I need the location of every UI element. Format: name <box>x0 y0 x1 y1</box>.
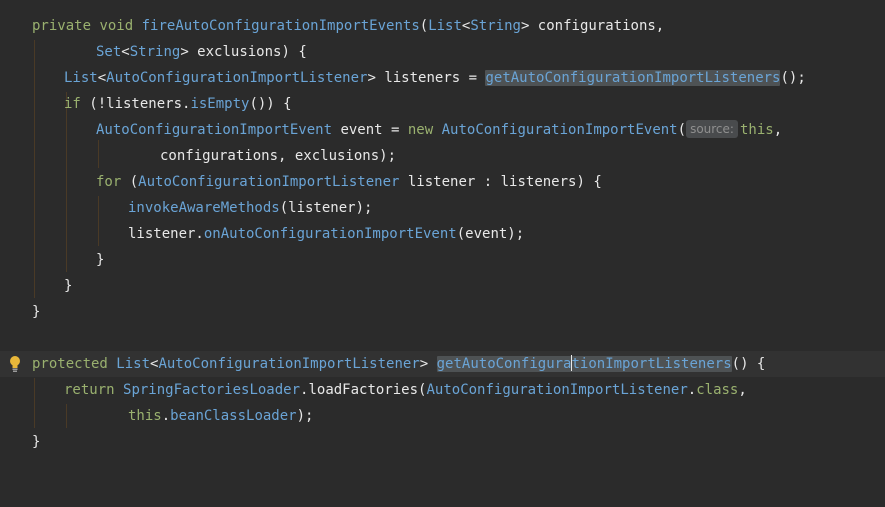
keyword-private: private <box>32 18 92 34</box>
code-line-8[interactable]: invokeAwareMethods(listener); <box>0 195 885 221</box>
code-line-4[interactable]: if (!listeners.isEmpty()) { <box>0 91 885 117</box>
code-text: , <box>773 122 783 138</box>
code-line-1[interactable]: private void fireAutoConfigurationImport… <box>0 13 885 39</box>
paren: ( <box>677 122 687 138</box>
method-call[interactable]: isEmpty <box>190 96 249 112</box>
param-text: exclusions) { <box>188 44 307 60</box>
angle-close: > <box>419 356 429 372</box>
dot: . <box>161 408 171 424</box>
keyword-protected: protected <box>32 356 108 372</box>
paren: ( <box>419 18 429 34</box>
angle-open: < <box>97 70 107 86</box>
closing-brace: } <box>96 252 105 268</box>
code-line-3[interactable]: List<AutoConfigurationImportListener> li… <box>0 65 885 91</box>
parameter-hint: source: <box>686 120 738 138</box>
closing-brace: } <box>32 304 41 320</box>
code-text: listener. <box>128 226 204 242</box>
method-call[interactable]: invokeAwareMethods <box>128 200 280 216</box>
type-ref[interactable]: List <box>428 18 462 34</box>
dot: . <box>687 382 697 398</box>
type-ref[interactable]: String <box>470 18 521 34</box>
lightbulb-icon[interactable] <box>8 355 22 373</box>
param-text: configurations, <box>529 18 665 34</box>
angle-open: < <box>121 44 130 60</box>
method-name-part: getAutoConfigura <box>436 356 572 372</box>
highlighted-method-call[interactable]: getAutoConfigurationImportListeners <box>485 70 781 86</box>
code-text: () { <box>731 356 766 372</box>
code-editor[interactable]: private void fireAutoConfigurationImport… <box>0 0 885 475</box>
code-text: (listener); <box>279 200 373 216</box>
type-ref[interactable]: String <box>130 44 181 60</box>
code-line-12[interactable]: } <box>0 299 885 325</box>
code-line-14-current[interactable]: protected List<AutoConfigurationImportLi… <box>0 351 885 377</box>
keyword-class: class <box>696 382 739 398</box>
code-text: (); <box>780 70 806 86</box>
code-text: (event); <box>456 226 525 242</box>
type-ref[interactable]: AutoConfigurationImportListener <box>138 174 399 190</box>
type-ref[interactable]: Set <box>96 44 121 60</box>
highlighted-method-declaration[interactable]: getAutoConfigurationImportListeners <box>436 355 732 372</box>
keyword-if: if <box>64 96 81 112</box>
type-ref[interactable]: AutoConfigurationImportListener <box>426 382 687 398</box>
code-line-5[interactable]: AutoConfigurationImportEvent event = new… <box>0 117 885 143</box>
type-ref[interactable]: AutoConfigurationImportListener <box>158 356 419 372</box>
method-name-part: tionImportListeners <box>571 356 732 372</box>
method-name[interactable]: fireAutoConfigurationImportEvents <box>142 18 420 34</box>
method-call[interactable]: onAutoConfigurationImportEvent <box>204 226 457 242</box>
code-line-9[interactable]: listener.onAutoConfigurationImportEvent(… <box>0 221 885 247</box>
keyword-return: return <box>64 382 115 398</box>
type-ref[interactable]: AutoConfigurationImportListener <box>106 70 367 86</box>
method-call[interactable]: loadFactories <box>308 382 418 398</box>
keyword-for: for <box>96 174 122 190</box>
code-line-16[interactable]: this.beanClassLoader); <box>0 403 885 429</box>
code-line-15[interactable]: return SpringFactoriesLoader. loadFactori… <box>0 377 885 403</box>
closing-brace: } <box>32 434 41 450</box>
code-line-6[interactable]: configurations, exclusions); <box>0 143 885 169</box>
code-line-10[interactable]: } <box>0 247 885 273</box>
code-line-17[interactable]: } <box>0 429 885 455</box>
constructor-call[interactable]: AutoConfigurationImportEvent <box>442 122 678 138</box>
field-ref[interactable]: beanClassLoader <box>170 408 296 424</box>
paren: ( <box>121 174 139 190</box>
code-line-11[interactable]: } <box>0 273 885 299</box>
keyword-this: this <box>739 122 774 138</box>
keyword-void: void <box>99 18 134 34</box>
code-line-7[interactable]: for (AutoConfigurationImportListener lis… <box>0 169 885 195</box>
code-text: (!listeners. <box>80 96 191 112</box>
code-text: configurations, exclusions); <box>160 148 397 164</box>
keyword-new: new <box>407 122 434 138</box>
code-text: , <box>738 382 747 398</box>
type-ref[interactable]: List <box>116 356 150 372</box>
code-text: listeners = <box>375 70 486 86</box>
closing-brace: } <box>64 278 73 294</box>
code-text: ); <box>296 408 314 424</box>
code-line-2[interactable]: Set<String> exclusions) { <box>0 39 885 65</box>
type-ref[interactable]: AutoConfigurationImportEvent <box>96 122 332 138</box>
angle-close: > <box>367 70 376 86</box>
code-text: ()) { <box>249 96 292 112</box>
type-ref[interactable]: List <box>64 70 98 86</box>
type-ref[interactable]: SpringFactoriesLoader <box>123 382 300 398</box>
keyword-this: this <box>128 408 162 424</box>
code-text: event = <box>332 122 408 138</box>
angle-close: > <box>180 44 189 60</box>
code-text: listener : listeners) { <box>399 174 602 190</box>
